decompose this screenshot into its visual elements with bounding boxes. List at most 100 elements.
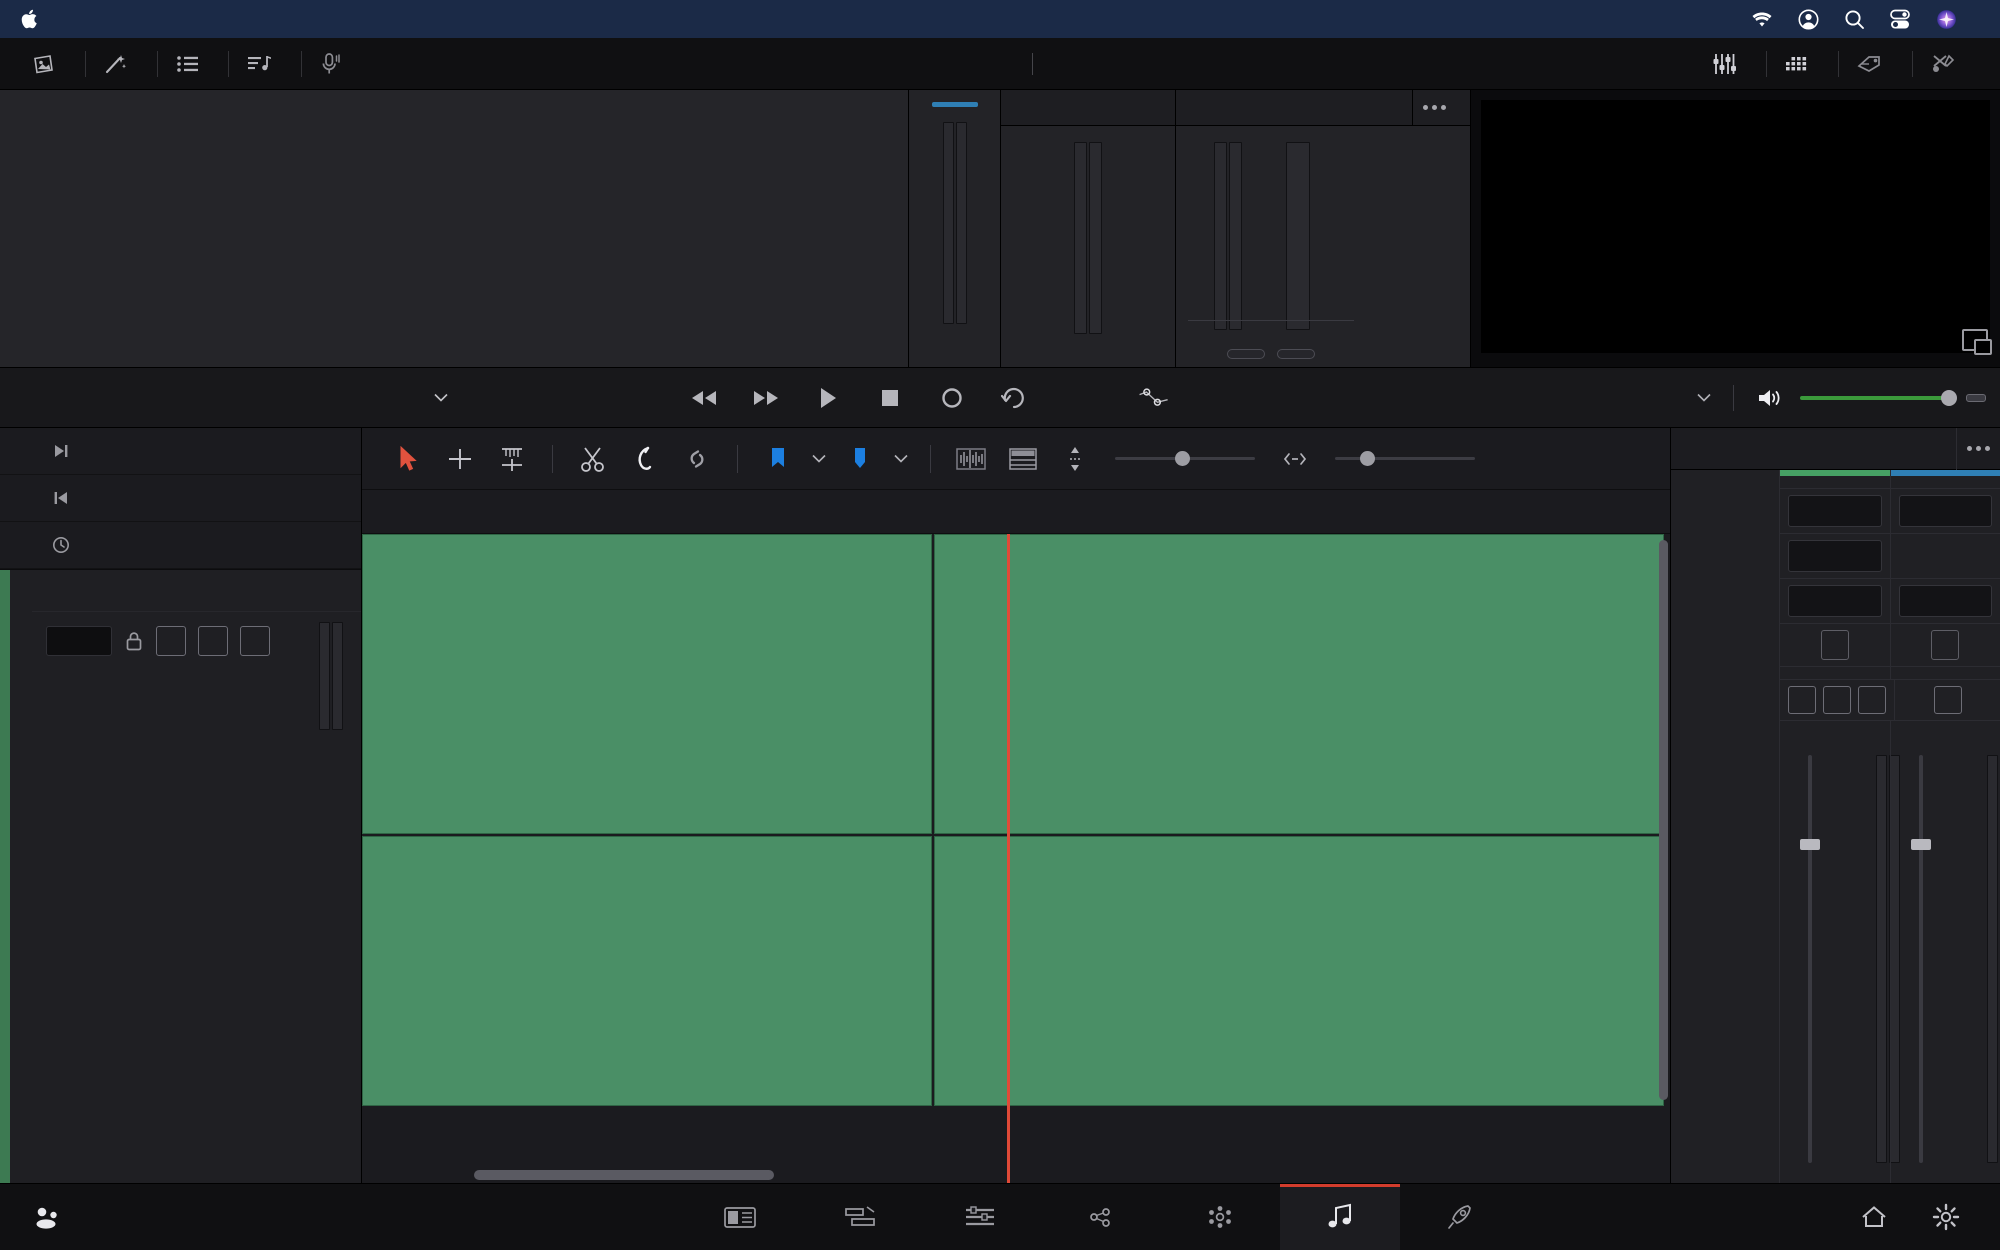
inspector-toggle-button[interactable]: [1913, 38, 1986, 90]
timecode-row-duration[interactable]: [0, 522, 361, 569]
mixer-mute-bus1[interactable]: [1933, 686, 1962, 714]
mixer-trackname-bus1-cell[interactable]: [1889, 667, 2000, 680]
dock-edit-page[interactable]: [920, 1184, 1040, 1250]
track-meters-group[interactable]: [0, 90, 908, 367]
mixer-channel-id-bus1-cell[interactable]: [1889, 476, 2000, 489]
timeline-vertical-scrollbar[interactable]: [1659, 540, 1668, 1159]
monitor-volume-slider[interactable]: [1800, 389, 1957, 406]
fit-slider-knob[interactable]: [1360, 451, 1375, 466]
mixer-effects-add-bus1[interactable]: [1898, 585, 1992, 617]
razor-trim-icon[interactable]: [486, 439, 538, 479]
pointer-tool-icon[interactable]: [382, 439, 434, 479]
keyframe-curve-icon[interactable]: [1137, 383, 1171, 413]
timecode-row-in[interactable]: [0, 475, 361, 522]
flag-dropdown-chevron-icon[interactable]: [804, 439, 834, 479]
trim-edit-tool-icon[interactable]: [434, 439, 486, 479]
fit-to-window-icon[interactable]: [1269, 439, 1321, 479]
mixer-record-a1[interactable]: [1788, 686, 1816, 714]
scrollbar-thumb[interactable]: [1659, 540, 1668, 1100]
sound-library-button[interactable]: [229, 38, 301, 90]
control-center-icon[interactable]: [1888, 8, 1912, 30]
mixer-input-a1[interactable]: [1788, 495, 1882, 527]
mixer-input-bus1[interactable]: [1898, 495, 1992, 527]
video-viewer-panel[interactable]: [1470, 90, 2000, 367]
mixer-effects-a1-cell[interactable]: [1779, 579, 1890, 624]
dock-media-page[interactable]: [680, 1184, 800, 1250]
flag-icon[interactable]: [752, 439, 804, 479]
rewind-button[interactable]: [687, 383, 721, 413]
track-record-arm-button[interactable]: [156, 626, 186, 656]
apple-logo-icon[interactable]: [16, 8, 44, 30]
timeline-horizontal-scrollbar[interactable]: [362, 1170, 1670, 1180]
lock-icon[interactable]: [124, 630, 144, 652]
monitor-dest-chevron-icon[interactable]: [1697, 393, 1711, 402]
adr-button[interactable]: [302, 38, 371, 90]
mixer-effects-bus1-cell[interactable]: [1889, 579, 2000, 624]
loop-button[interactable]: [997, 383, 1031, 413]
stop-button[interactable]: [873, 383, 907, 413]
loudness-options-icon[interactable]: [1412, 89, 1456, 126]
bus-meter-strip[interactable]: [908, 90, 1000, 367]
speaker-icon[interactable]: [1756, 386, 1784, 410]
mixer-effects-add-a1[interactable]: [1788, 585, 1882, 617]
timeline-ruler[interactable]: [362, 490, 1670, 534]
mixer-order-a1[interactable]: [1788, 540, 1882, 572]
fast-forward-button[interactable]: [749, 383, 783, 413]
zoom-slider-knob[interactable]: [1175, 451, 1190, 466]
home-icon[interactable]: [1860, 1204, 1888, 1230]
clip-audio7-upper[interactable]: [934, 534, 1664, 834]
dock-fusion-page[interactable]: [1040, 1184, 1160, 1250]
link-clips-icon[interactable]: [671, 439, 723, 479]
mixer-fader-a1[interactable]: [1779, 721, 1900, 1183]
track-height-icon[interactable]: [1049, 439, 1101, 479]
volume-knob[interactable]: [1941, 389, 1957, 406]
settings-gear-icon[interactable]: [1932, 1203, 1960, 1231]
fader-knob-bus1[interactable]: [1910, 839, 1931, 850]
track-layout-icon[interactable]: [997, 439, 1049, 479]
clip-audio6-lower[interactable]: [362, 836, 932, 1106]
track-gain-field[interactable]: [46, 626, 112, 656]
user-account-icon[interactable]: [1796, 8, 1820, 30]
snapping-icon[interactable]: [619, 439, 671, 479]
mixer-trackname-a1-cell[interactable]: [1779, 667, 1890, 680]
fader-track-bus1[interactable]: [1918, 755, 1923, 1163]
fader-track-a1[interactable]: [1808, 755, 1812, 1163]
clip-audio6-upper[interactable]: [362, 534, 932, 834]
play-button[interactable]: [811, 383, 845, 413]
dock-cut-page[interactable]: [800, 1184, 920, 1250]
media-pool-button[interactable]: [14, 38, 85, 90]
pip-layout-icon[interactable]: [1962, 329, 1992, 355]
mixer-insert-a1-cell[interactable]: [1779, 624, 1890, 667]
dock-fairlight-page[interactable]: [1280, 1184, 1400, 1250]
siri-icon[interactable]: [1934, 8, 1958, 30]
record-button[interactable]: [935, 383, 969, 413]
timecode-row-out[interactable]: [0, 428, 361, 475]
fader-knob-a1[interactable]: [1800, 839, 1820, 850]
audio-track-header[interactable]: [0, 569, 361, 1183]
fit-slider[interactable]: [1335, 451, 1475, 466]
mixer-insert-bus1-cell[interactable]: [1889, 624, 2000, 667]
index-button[interactable]: [158, 38, 228, 90]
mixer-toggle-button[interactable]: [1694, 38, 1766, 90]
search-icon[interactable]: [1842, 8, 1866, 30]
mixer-input-bus1-cell[interactable]: [1889, 489, 2000, 534]
mixer-order-a1-cell[interactable]: [1779, 534, 1890, 579]
mixer-insert-bus1[interactable]: [1931, 630, 1960, 660]
zoom-slider[interactable]: [1115, 451, 1255, 466]
blade-tool-icon[interactable]: [567, 439, 619, 479]
scrollbar-thumb[interactable]: [474, 1170, 774, 1180]
loudness-pause-button[interactable]: [1227, 349, 1265, 359]
track-mute-button[interactable]: [240, 626, 270, 656]
timeline-selector[interactable]: [424, 393, 448, 402]
audio-waveform-view-icon[interactable]: [945, 439, 997, 479]
meters-toggle-button[interactable]: [1767, 38, 1838, 90]
mixer-fader-bus1[interactable]: [1889, 721, 2000, 1183]
mixer-options-icon[interactable]: [1956, 427, 2000, 470]
playhead[interactable]: [1007, 534, 1010, 1183]
mixer-insert-a1[interactable]: [1820, 630, 1849, 660]
loudness-reset-button[interactable]: [1277, 349, 1315, 359]
track-solo-button[interactable]: [198, 626, 228, 656]
dock-color-page[interactable]: [1160, 1184, 1280, 1250]
mixer-mute-a1[interactable]: [1858, 686, 1886, 714]
mixer-solo-a1[interactable]: [1823, 686, 1851, 714]
